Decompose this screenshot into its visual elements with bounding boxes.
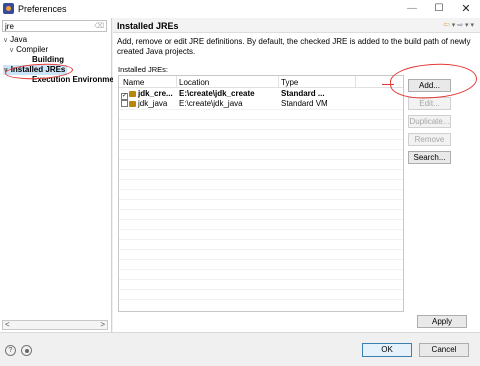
table-header: Name Location Type — [119, 76, 403, 88]
table-row[interactable]: jdk_java E:\create\jdk_java Standard VM — [119, 99, 403, 109]
table-row[interactable]: ✓ jdk_cre... E:\create\jdk_create Standar… — [119, 89, 403, 100]
tree-item-label: Java — [10, 35, 28, 44]
row-gridline — [119, 149, 403, 150]
tree-item-java[interactable]: ∨ Java — [3, 35, 27, 45]
jre-library-icon — [129, 91, 136, 97]
navigation-arrows[interactable]: ⇦ ▾ ⇨ ▾ ▾ — [443, 20, 474, 29]
jre-library-icon — [129, 101, 136, 107]
row-gridline — [119, 139, 403, 140]
row-gridline — [119, 279, 403, 280]
page-title: Installed JREs — [117, 21, 179, 31]
installed-jres-page: Installed JREs ⇦ ▾ ⇨ ▾ ▾ Add, remove or … — [113, 18, 480, 332]
tree-item-label: Compiler — [16, 45, 49, 54]
column-header-location[interactable]: Location — [179, 78, 209, 87]
jre-table: Name Location Type ✓ jdk_cre... E:\create… — [118, 75, 404, 312]
column-divider[interactable] — [176, 76, 177, 88]
expand-toggle-icon[interactable]: ∨ — [3, 37, 8, 44]
scroll-right-icon[interactable]: > — [100, 320, 105, 329]
back-arrow-icon[interactable]: ⇦ — [443, 20, 450, 29]
search-button[interactable]: Search... — [408, 151, 451, 164]
expand-toggle-icon[interactable]: ∨ — [3, 67, 9, 74]
scroll-left-icon[interactable]: < — [5, 320, 10, 329]
row-gridline — [119, 129, 403, 130]
row-gridline — [119, 229, 403, 230]
tree-item-compiler[interactable]: ∨ Compiler — [9, 45, 48, 55]
filter-input[interactable]: jre ⌫ — [2, 20, 107, 32]
row-gridline — [119, 169, 403, 170]
horizontal-scrollbar[interactable]: < > — [2, 320, 108, 330]
duplicate-button[interactable]: Duplicate... — [408, 115, 451, 128]
ok-button[interactable]: OK — [362, 343, 412, 357]
red-annotation-stroke — [382, 84, 394, 85]
jre-name: jdk_cre... — [138, 89, 173, 98]
row-gridline — [119, 289, 403, 290]
row-gridline — [119, 189, 403, 190]
nav-menu-icons[interactable]: ▾ ⇨ ▾ ▾ — [452, 22, 474, 29]
minimize-button[interactable]: — — [398, 0, 426, 18]
preferences-window: Preferences — ☐ ✕ jre ⌫ ∨ Java ∨ Compiler … — [0, 0, 480, 366]
add-button[interactable]: Add... — [408, 79, 451, 92]
close-button[interactable]: ✕ — [452, 0, 480, 18]
column-divider[interactable] — [278, 76, 279, 88]
tree-item-building[interactable]: Building — [32, 55, 64, 65]
filter-value: jre — [5, 22, 14, 31]
row-gridline — [119, 179, 403, 180]
column-divider[interactable] — [355, 76, 356, 88]
page-header: Installed JREs ⇦ ▾ ⇨ ▾ ▾ — [113, 18, 480, 33]
row-gridline — [119, 239, 403, 240]
jre-type: Standard VM — [281, 99, 328, 108]
dialog-button-bar: ? OK Cancel — [0, 332, 480, 366]
row-gridline — [119, 249, 403, 250]
preferences-tree-pane: jre ⌫ ∨ Java ∨ Compiler Building ∨ Installe… — [0, 18, 114, 332]
expand-toggle-icon[interactable]: ∨ — [9, 47, 14, 54]
jre-checkbox[interactable] — [121, 100, 128, 107]
maximize-button[interactable]: ☐ — [425, 0, 453, 18]
row-gridline — [119, 299, 403, 300]
column-header-name[interactable]: Name — [123, 78, 144, 87]
jre-location: E:\create\jdk_java — [179, 99, 243, 108]
jre-type: Standard ... — [281, 89, 325, 98]
row-gridline — [119, 219, 403, 220]
row-gridline — [119, 159, 403, 160]
tree-item-execution-environments[interactable]: Execution Environme — [32, 75, 114, 85]
tree-item-installed-jres[interactable]: ∨ Installed JREs — [3, 65, 68, 75]
window-title: Preferences — [18, 4, 67, 14]
row-gridline — [119, 269, 403, 270]
title-bar: Preferences — ☐ ✕ — [0, 0, 480, 18]
tree-item-label: Execution Environme — [32, 75, 114, 84]
jre-location: E:\create\jdk_create — [179, 89, 255, 98]
record-macro-icon[interactable] — [21, 345, 32, 356]
preferences-app-icon — [3, 3, 14, 14]
tree-item-label: Building — [32, 55, 64, 64]
apply-button[interactable]: Apply — [417, 315, 467, 328]
row-gridline — [119, 199, 403, 200]
cancel-button[interactable]: Cancel — [419, 343, 469, 357]
clear-filter-icon[interactable]: ⌫ — [94, 22, 104, 30]
jre-name: jdk_java — [138, 99, 168, 108]
row-gridline — [119, 119, 403, 120]
jre-name-cell: jdk_java — [121, 99, 175, 108]
tree-item-label: Installed JREs — [10, 65, 66, 74]
installed-jres-label: Installed JREs: — [118, 65, 169, 74]
column-header-type[interactable]: Type — [281, 78, 298, 87]
remove-button[interactable]: Remove — [408, 133, 451, 146]
row-gridline — [119, 259, 403, 260]
page-description: Add, remove or edit JRE definitions. By … — [117, 37, 471, 56]
row-gridline — [119, 109, 403, 110]
edit-button[interactable]: Edit... — [408, 97, 451, 110]
help-icon[interactable]: ? — [5, 345, 16, 356]
row-gridline — [119, 209, 403, 210]
